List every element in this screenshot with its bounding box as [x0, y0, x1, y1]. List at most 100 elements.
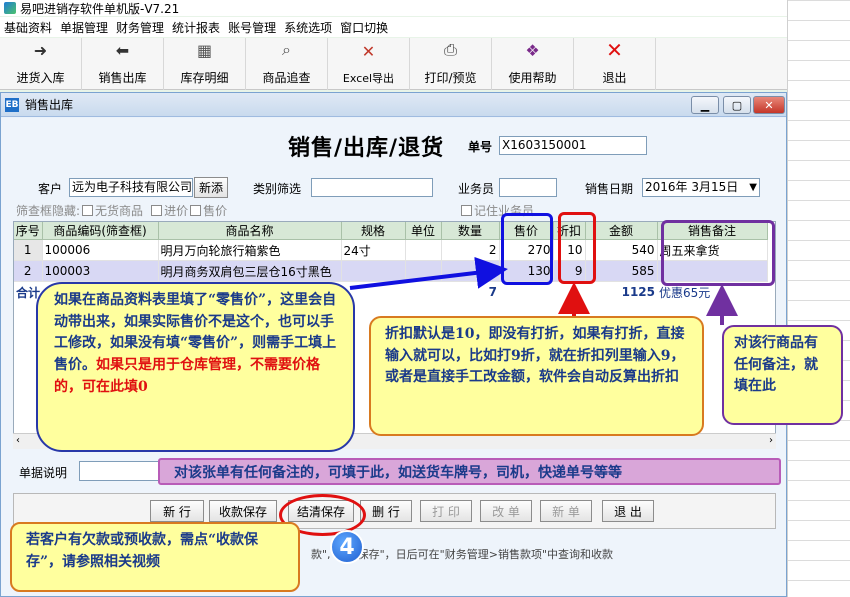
menu-item-finance[interactable]: 财务管理 — [116, 19, 172, 36]
toolbar-trace-button[interactable]: ⌕ 商品追查 — [246, 38, 328, 90]
cell-spec[interactable]: 24寸 — [341, 239, 406, 261]
payment-callout: 若客户有欠款或预收款，需点“收款保存”，请参照相关视频 — [10, 522, 300, 592]
menu-item-windows[interactable]: 窗口切换 — [340, 19, 396, 36]
menu-item-documents[interactable]: 单据管理 — [60, 19, 116, 36]
print-button[interactable]: 打 印 — [420, 500, 472, 522]
maximize-button[interactable]: ▢ — [723, 96, 751, 114]
app-title: 易吧进销存软件单机版-V7.21 — [20, 1, 180, 16]
total-qty: 7 — [488, 285, 497, 300]
cell-unit[interactable] — [405, 260, 442, 282]
cell-code[interactable]: 100003 — [42, 260, 159, 282]
trace-icon: ⌕ — [282, 40, 291, 59]
col-header[interactable]: 规格 — [341, 222, 406, 240]
doc-note-label: 单据说明 — [19, 466, 68, 480]
cell-unit[interactable] — [405, 239, 442, 261]
remark-highlight — [661, 220, 775, 286]
menu-item-options[interactable]: 系统选项 — [284, 19, 340, 36]
close-button[interactable]: ✕ — [753, 96, 785, 114]
category-label: 类别筛选 — [253, 182, 302, 196]
toolbar-excel-button[interactable]: ✕ Excel导出 — [328, 38, 410, 90]
exit-button[interactable]: 退 出 — [602, 500, 654, 522]
table-row[interactable]: 1 100006 明月万向轮旅行箱紫色 24寸 2 270 10 540 周五来… — [14, 239, 768, 261]
delete-row-button[interactable]: 删 行 — [360, 500, 412, 522]
cell-spec[interactable] — [341, 260, 406, 282]
toolbar-help-button[interactable]: ❖ 使用帮助 — [492, 38, 574, 90]
cell-name[interactable]: 明月商务双肩包三层仓16寸黑色 — [158, 260, 342, 282]
remember-staff-checkbox[interactable] — [461, 205, 472, 216]
sales-out-icon: ⬅ — [115, 40, 130, 60]
cost-checkbox[interactable] — [151, 205, 163, 216]
col-header[interactable]: 数量 — [441, 222, 500, 240]
price-highlight — [501, 213, 553, 285]
order-no-label: 单号 — [468, 140, 493, 154]
col-header[interactable]: 序号 — [14, 222, 43, 240]
collect-save-button[interactable]: 收款保存 — [209, 500, 277, 522]
doc-note-input[interactable] — [79, 461, 164, 481]
menu-item-reports[interactable]: 统计报表 — [172, 19, 228, 36]
printer-icon: ⎙ — [444, 40, 457, 59]
no-stock-checkbox[interactable] — [82, 205, 94, 216]
discount-callout: 折扣默认是10，即没有打折，如果有打折，直接输入就可以，比如打9折，就在折扣列里… — [369, 316, 704, 436]
cell-code[interactable]: 100006 — [42, 239, 159, 261]
date-value: 2016年 3月15日 — [645, 180, 739, 194]
col-header[interactable]: 商品名称 — [158, 222, 342, 240]
cost-label: 进价 — [164, 204, 189, 218]
new-row-button[interactable]: 新 行 — [150, 500, 204, 522]
toolbar-inventory-button[interactable]: ▦ 库存明细 — [164, 38, 246, 90]
menu-item-basic[interactable]: 基础资料 — [4, 19, 60, 36]
col-header[interactable]: 单位 — [405, 222, 442, 240]
app-title-bar: 易吧进销存软件单机版-V7.21 — [0, 0, 787, 16]
table-header: 序号 商品编码(筛查框) 商品名称 规格 单位 数量 售价 折扣 金额 销售备注 — [14, 222, 768, 240]
price-callout: 如果在商品资料表里填了“零售价”，这里会自动带出来，如果实际售价不是这个，也可以… — [36, 282, 355, 452]
excel-icon: ✕ — [361, 41, 376, 61]
date-label: 销售日期 — [585, 182, 634, 196]
total-amount: 1125 — [621, 285, 655, 300]
app-logo-icon — [4, 2, 16, 14]
category-input[interactable] — [311, 178, 433, 197]
scroll-right-icon[interactable]: › — [769, 435, 773, 446]
new-order-button[interactable]: 新 单 — [540, 500, 592, 522]
inventory-icon: ▦ — [196, 40, 213, 60]
toolbar-exit-button[interactable]: ✕ 退出 — [574, 38, 656, 90]
order-no-input[interactable]: X1603150001 — [499, 136, 647, 155]
chevron-down-icon[interactable]: ▼ — [749, 179, 757, 196]
cell-qty[interactable]: 5 — [441, 260, 500, 282]
help-book-icon: ❖ — [525, 40, 540, 60]
customer-label: 客户 — [38, 182, 63, 196]
toolbar-print-button[interactable]: ⎙ 打印/预览 — [410, 38, 492, 90]
stock-in-icon: ➜ — [33, 40, 48, 60]
toolbar-sales-out-button[interactable]: ⬅ 销售出库 — [82, 38, 164, 90]
filter-hide-label: 筛查框隐藏: — [16, 204, 81, 218]
table-row[interactable]: 2 100003 明月商务双肩包三层仓16寸黑色 5 130 9 585 — [14, 260, 768, 282]
cell-no: 2 — [14, 260, 43, 282]
date-picker[interactable]: 2016年 3月15日 ▼ — [642, 178, 760, 197]
no-stock-label: 无货商品 — [95, 204, 144, 218]
staff-label: 业务员 — [458, 182, 495, 196]
edit-order-button[interactable]: 改 单 — [480, 500, 532, 522]
background-spreadsheet — [787, 0, 850, 597]
price-label: 售价 — [203, 204, 228, 218]
menu-bar: 基础资料 单据管理 财务管理 统计报表 账号管理 系统选项 窗口切换 — [0, 17, 787, 37]
scroll-left-icon[interactable]: ‹ — [16, 435, 20, 446]
cell-qty[interactable]: 2 — [441, 239, 500, 261]
discount-highlight — [558, 212, 596, 284]
window-title: 销售出库 — [25, 98, 74, 112]
window-app-icon: EB — [5, 97, 19, 112]
cell-no: 1 — [14, 239, 43, 261]
minimize-button[interactable]: ▁ — [691, 96, 719, 114]
remark-callout: 对该行商品有任何备注，就填在此 — [722, 325, 843, 425]
cell-name[interactable]: 明月万向轮旅行箱紫色 — [158, 239, 342, 261]
price-checkbox[interactable] — [190, 205, 202, 216]
staff-input[interactable] — [499, 178, 557, 197]
window-title-bar: EB 销售出库 ▁ ▢ ✕ — [1, 93, 786, 117]
step-number-badge: 4 — [330, 530, 364, 564]
add-customer-button[interactable]: 新添 — [194, 177, 228, 198]
customer-input[interactable]: 远为电子科技有限公司 — [69, 178, 193, 197]
filter-hide-row: 筛查框隐藏: 无货商品 进价 售价 — [16, 202, 227, 219]
toolbar-stock-in-button[interactable]: ➜ 进货入库 — [0, 38, 82, 90]
col-header[interactable]: 商品编码(筛查框) — [42, 222, 159, 240]
menu-item-accounts[interactable]: 账号管理 — [228, 19, 284, 36]
close-x-icon: ✕ — [606, 38, 623, 62]
main-toolbar: ➜ 进货入库 ⬅ 销售出库 ▦ 库存明细 ⌕ 商品追查 ✕ Excel导出 ⎙ … — [0, 38, 787, 90]
note-callout: 对该张单有任何备注的，可填于此，如送货车牌号，司机，快递单号等等 — [158, 458, 781, 485]
